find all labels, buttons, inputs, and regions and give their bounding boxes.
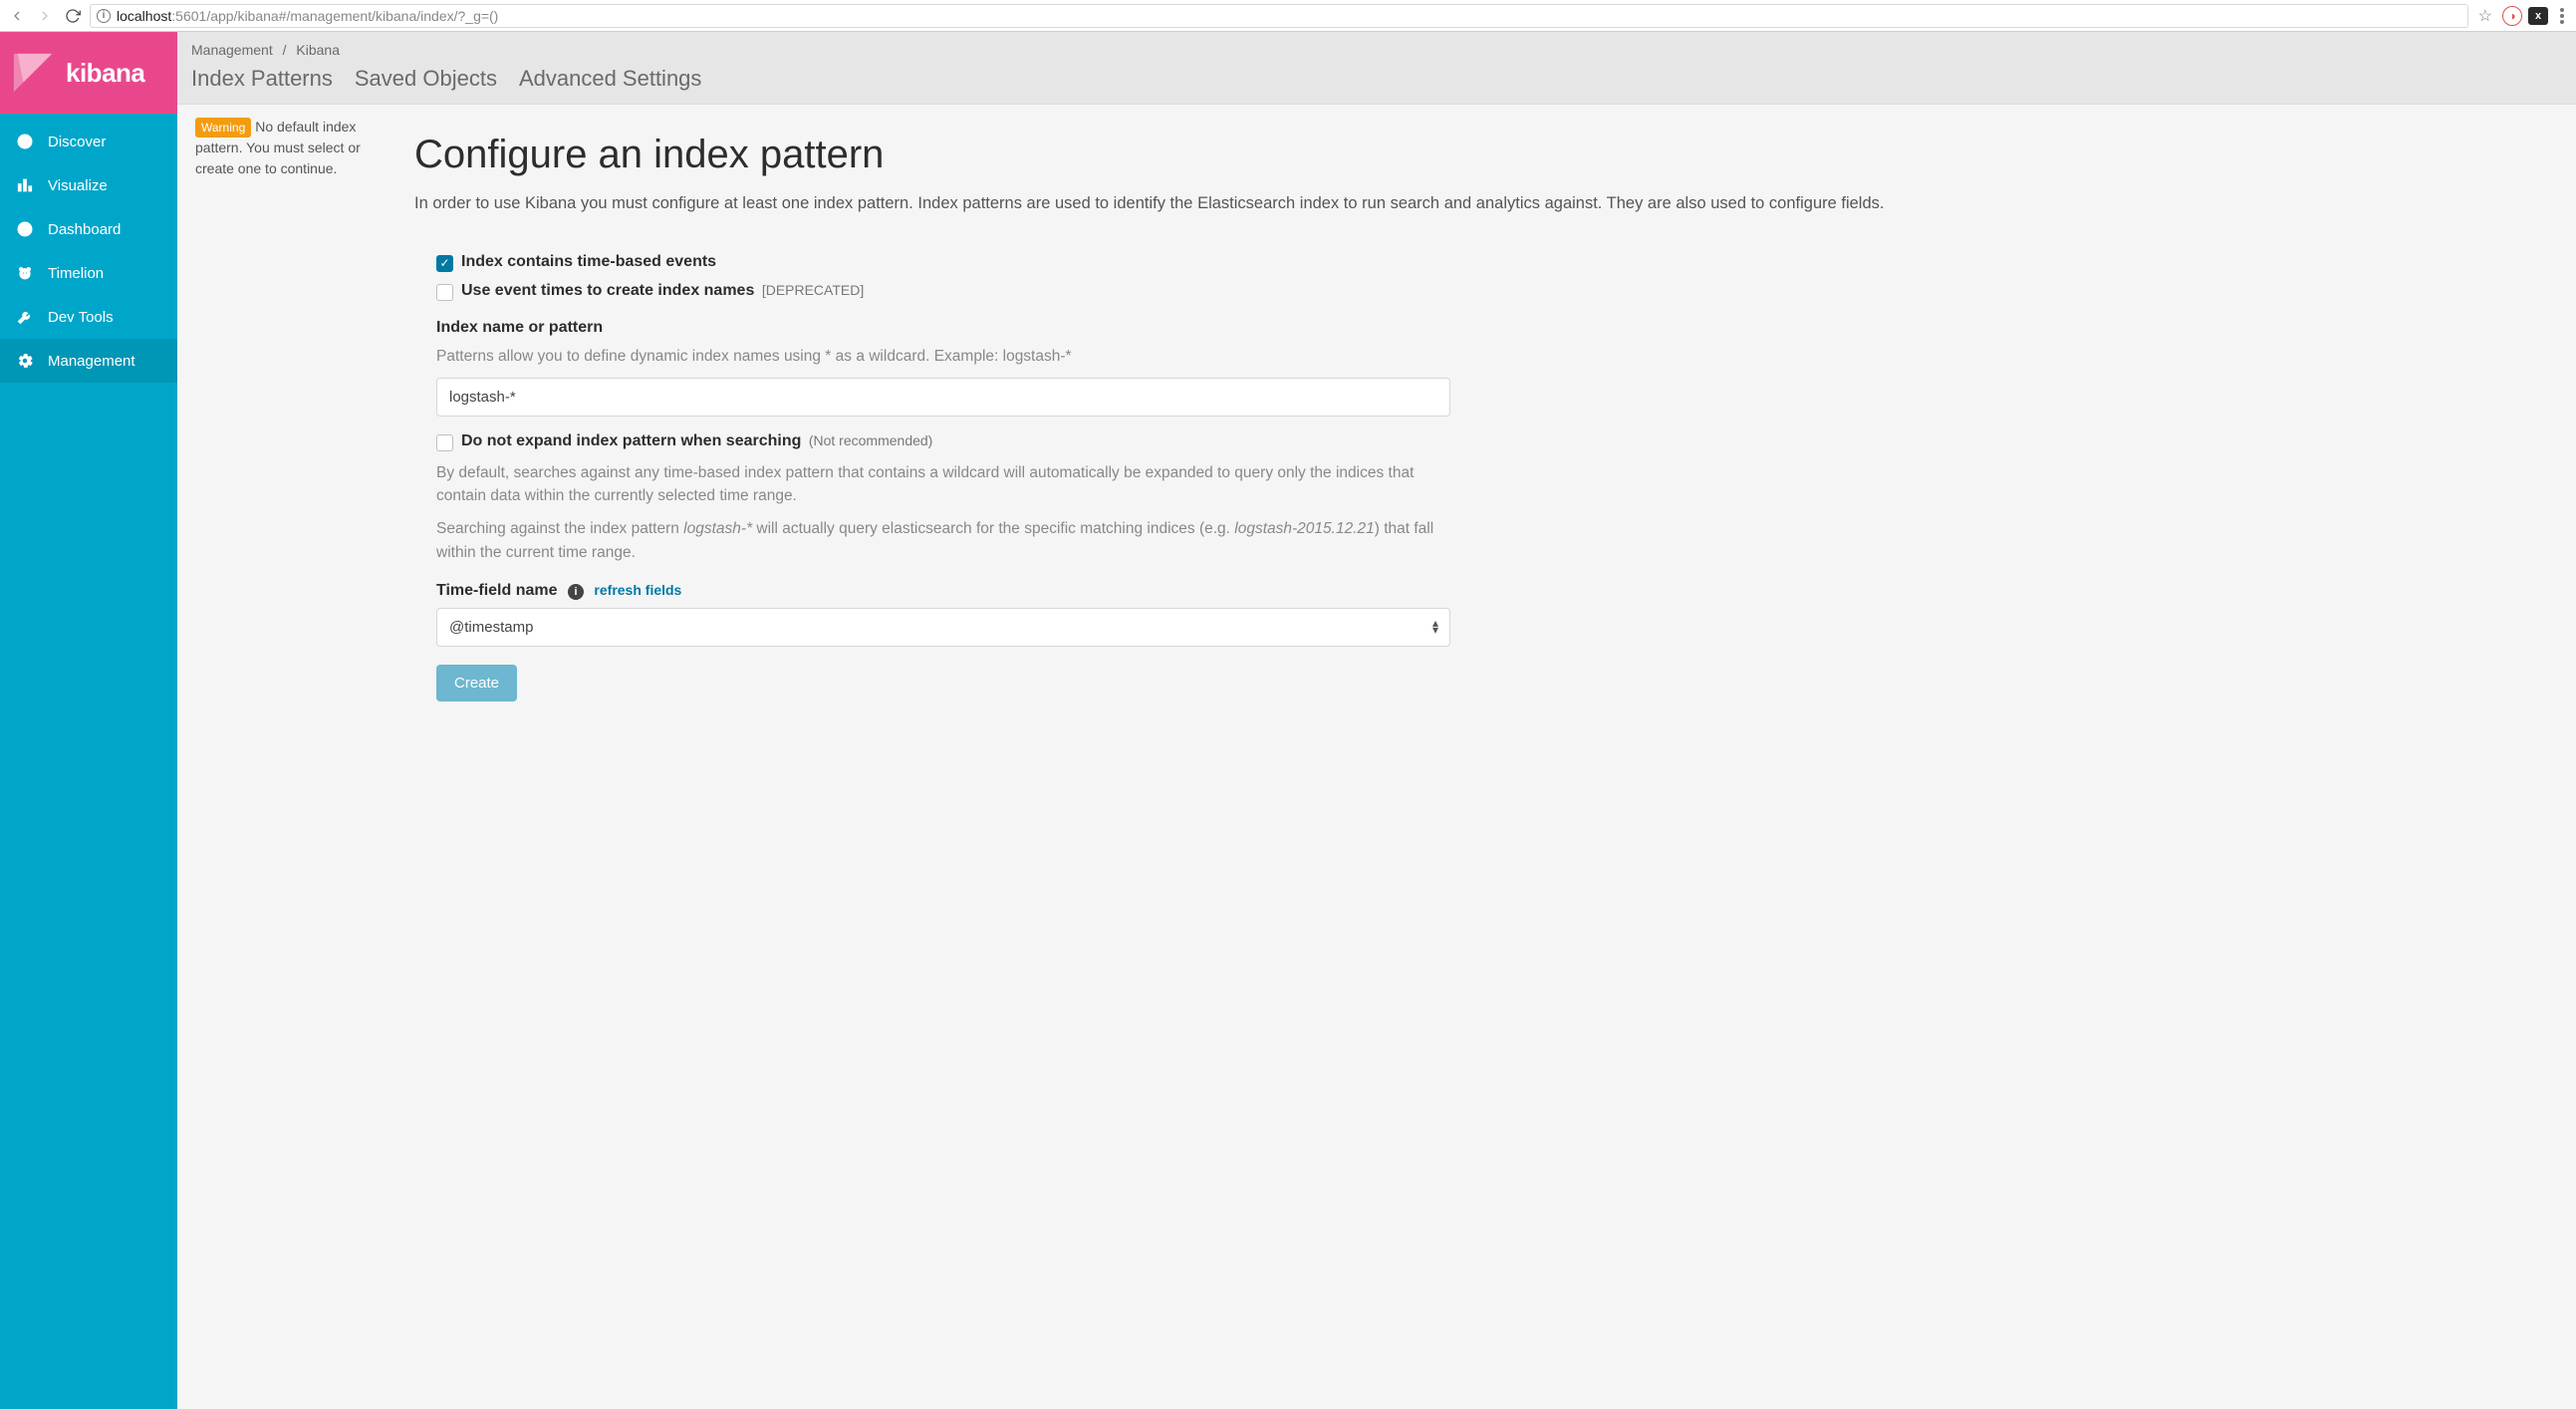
index-name-input[interactable]	[436, 378, 1450, 417]
sidebar-item-devtools[interactable]: Dev Tools	[0, 295, 177, 339]
refresh-fields-link[interactable]: refresh fields	[594, 582, 681, 598]
timelion-icon	[16, 264, 34, 282]
browser-reload-icon[interactable]	[62, 5, 84, 27]
index-name-help: Patterns allow you to define dynamic ind…	[436, 345, 1450, 368]
deprecated-suffix: [DEPRECATED]	[762, 282, 864, 298]
warning-panel: WarningNo default index pattern. You mus…	[195, 117, 394, 702]
time-field-select[interactable]: @timestamp	[436, 608, 1450, 647]
sidebar-item-dashboard[interactable]: Dashboard	[0, 207, 177, 251]
expand-help-1: By default, searches against any time-ba…	[436, 461, 1450, 508]
breadcrumb-separator: /	[277, 42, 293, 58]
management-tabs: Index Patterns Saved Objects Advanced Se…	[191, 66, 2562, 104]
bar-chart-icon	[16, 176, 34, 194]
page-intro: In order to use Kibana you must configur…	[414, 191, 2538, 217]
time-field-select-wrap: @timestamp ▴▾	[436, 608, 1450, 647]
nav-label: Discover	[48, 134, 106, 150]
browser-chrome: i localhost:5601/app/kibana#/management/…	[0, 0, 2576, 32]
url-port: :5601	[171, 8, 206, 24]
checkbox-icon[interactable]	[436, 255, 453, 272]
gear-icon	[16, 352, 34, 370]
url-text: localhost:5601/app/kibana#/management/ki…	[117, 8, 498, 24]
tab-saved-objects[interactable]: Saved Objects	[355, 66, 497, 92]
brand-name: kibana	[66, 58, 144, 89]
info-icon[interactable]: i	[568, 584, 584, 600]
kibana-logo-icon	[10, 50, 56, 96]
warning-badge: Warning	[195, 118, 251, 138]
checkbox-event-times[interactable]: Use event times to create index names [D…	[436, 282, 1450, 301]
gauge-icon	[16, 220, 34, 238]
browser-url-bar[interactable]: i localhost:5601/app/kibana#/management/…	[90, 4, 2468, 28]
breadcrumb-kibana[interactable]: Kibana	[296, 42, 340, 58]
checkbox-label: Do not expand index pattern when searchi…	[461, 432, 801, 449]
url-path: /app/kibana#/management/kibana/index/?_g…	[206, 8, 498, 24]
breadcrumb: Management / Kibana	[191, 42, 2562, 66]
tab-index-patterns[interactable]: Index Patterns	[191, 66, 333, 92]
checkbox-no-expand[interactable]: Do not expand index pattern when searchi…	[436, 432, 1450, 451]
checkbox-label: Index contains time-based events	[461, 253, 716, 271]
browser-back-icon[interactable]	[6, 5, 28, 27]
topbar: Management / Kibana Index Patterns Saved…	[177, 32, 2576, 105]
not-recommended-suffix: (Not recommended)	[809, 432, 933, 448]
checkbox-label: Use event times to create index names	[461, 282, 754, 299]
sidebar: kibana Discover Visualize Dashboard Time…	[0, 32, 177, 1409]
index-pattern-form: Index contains time-based events Use eve…	[414, 253, 1450, 702]
tab-advanced-settings[interactable]: Advanced Settings	[519, 66, 701, 92]
create-button[interactable]: Create	[436, 665, 517, 702]
nav-list: Discover Visualize Dashboard Timelion De…	[0, 114, 177, 383]
sidebar-item-management[interactable]: Management	[0, 339, 177, 383]
brand-logo[interactable]: kibana	[0, 32, 177, 114]
content-row: WarningNo default index pattern. You mus…	[177, 105, 2576, 731]
browser-menu-icon[interactable]	[2554, 8, 2570, 24]
checkbox-icon[interactable]	[436, 284, 453, 301]
sidebar-item-discover[interactable]: Discover	[0, 120, 177, 163]
nav-label: Dev Tools	[48, 309, 114, 326]
nav-label: Dashboard	[48, 221, 121, 238]
site-info-icon[interactable]: i	[97, 9, 111, 23]
sidebar-item-visualize[interactable]: Visualize	[0, 163, 177, 207]
nav-label: Timelion	[48, 265, 104, 282]
extension-icon-ublock[interactable]: ◑	[2502, 6, 2522, 26]
bookmark-star-icon[interactable]: ☆	[2474, 6, 2496, 26]
checkbox-icon[interactable]	[436, 434, 453, 451]
browser-forward-icon[interactable]	[34, 5, 56, 27]
url-host: localhost	[117, 8, 171, 24]
compass-icon	[16, 133, 34, 150]
expand-help-2: Searching against the index pattern logs…	[436, 517, 1450, 564]
sidebar-item-timelion[interactable]: Timelion	[0, 251, 177, 295]
time-field-label: Time-field name	[436, 582, 558, 599]
nav-label: Visualize	[48, 177, 108, 194]
time-field-label-row: Time-field name i refresh fields	[436, 582, 1450, 600]
index-name-label: Index name or pattern	[436, 319, 1450, 337]
nav-label: Management	[48, 353, 135, 370]
checkbox-time-based[interactable]: Index contains time-based events	[436, 253, 1450, 272]
breadcrumb-management[interactable]: Management	[191, 42, 273, 58]
app-shell: kibana Discover Visualize Dashboard Time…	[0, 32, 2576, 1409]
extension-icon-dark[interactable]: x	[2528, 7, 2548, 25]
page-title: Configure an index pattern	[414, 133, 2538, 177]
main-content: Management / Kibana Index Patterns Saved…	[177, 32, 2576, 1409]
wrench-icon	[16, 308, 34, 326]
config-panel: Configure an index pattern In order to u…	[414, 117, 2558, 702]
